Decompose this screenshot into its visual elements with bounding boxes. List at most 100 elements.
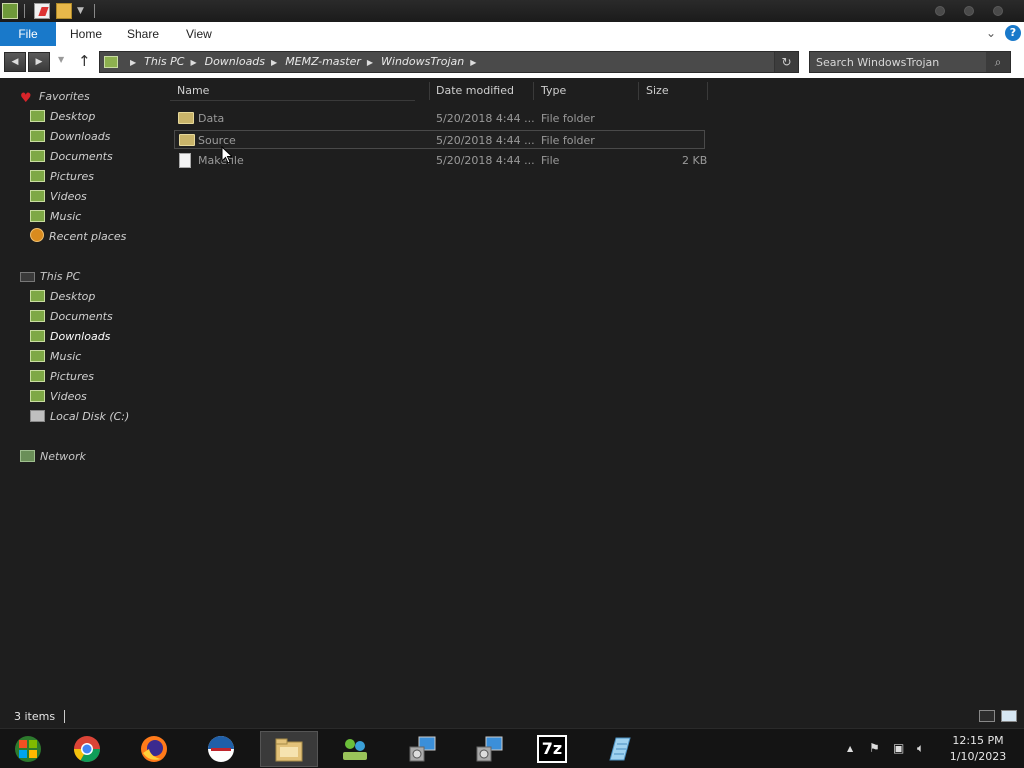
- tab-file[interactable]: File: [0, 22, 56, 46]
- music-folder-icon: [30, 350, 45, 362]
- chevron-right-icon[interactable]: ▶: [190, 53, 196, 73]
- videos-folder-icon: [30, 190, 45, 202]
- file-row-makefile[interactable]: Makefile 5/20/2018 4:44 ... File 2 KB: [174, 151, 708, 170]
- new-folder-icon[interactable]: [56, 3, 72, 19]
- column-divider[interactable]: [533, 82, 534, 100]
- minimize-button[interactable]: [935, 6, 945, 16]
- file-type: File folder: [541, 134, 595, 147]
- downloads-folder-icon: [30, 330, 45, 342]
- nav-label: Pictures: [50, 170, 95, 183]
- column-header-date-modified[interactable]: Date modified: [436, 82, 514, 100]
- chevron-right-icon[interactable]: ▶: [271, 53, 277, 73]
- nav-this-pc-documents[interactable]: Documents: [30, 308, 113, 326]
- column-header-size[interactable]: Size: [646, 82, 669, 100]
- maximize-button[interactable]: [964, 6, 974, 16]
- nav-favorites[interactable]: ♥ Favorites: [20, 88, 90, 106]
- nav-this-pc-local-disk[interactable]: Local Disk (C:): [30, 408, 129, 426]
- column-header-name[interactable]: Name: [177, 82, 209, 100]
- music-folder-icon: [30, 210, 45, 222]
- column-divider[interactable]: [429, 82, 430, 100]
- network-status-icon[interactable]: ▣: [893, 741, 904, 755]
- nav-this-pc-music[interactable]: Music: [30, 348, 81, 366]
- nav-this-pc-desktop[interactable]: Desktop: [30, 288, 95, 306]
- taskbar-chrome[interactable]: [59, 731, 117, 767]
- search-input[interactable]: [816, 54, 984, 70]
- 7zip-icon: 7z: [537, 735, 567, 763]
- nav-this-pc[interactable]: This PC: [20, 268, 80, 286]
- expand-ribbon-icon[interactable]: ⌄: [986, 26, 996, 40]
- back-button[interactable]: ◀: [4, 52, 26, 72]
- nav-this-pc-downloads[interactable]: Downloads: [3, 328, 149, 346]
- documents-folder-icon: [30, 150, 45, 162]
- breadcrumb-this-pc[interactable]: This PC: [144, 55, 184, 68]
- file-size: 2 KB: [682, 154, 708, 167]
- nav-network[interactable]: Network: [20, 448, 86, 466]
- address-bar[interactable]: ▶ This PC ▶ Downloads ▶ MEMZ-master ▶ WindowsTr…: [99, 51, 799, 73]
- refresh-button[interactable]: ↻: [774, 52, 798, 72]
- taskbar-opera[interactable]: [193, 731, 251, 767]
- explorer-icon[interactable]: [2, 3, 18, 19]
- large-icons-view-icon[interactable]: [1001, 710, 1017, 722]
- taskbar-file-explorer[interactable]: [260, 731, 318, 767]
- mouse-cursor-icon: [221, 146, 233, 164]
- column-divider[interactable]: [638, 82, 639, 100]
- recent-locations-icon[interactable]: ▼: [58, 55, 64, 64]
- close-button[interactable]: [993, 6, 1003, 16]
- taskbar-firefox[interactable]: [126, 731, 184, 767]
- chevron-right-icon[interactable]: ▶: [470, 53, 476, 73]
- properties-icon[interactable]: [34, 3, 50, 19]
- up-arrow-icon[interactable]: ↑: [78, 52, 91, 70]
- details-view-icon[interactable]: [979, 710, 995, 722]
- tab-share[interactable]: Share: [127, 22, 159, 46]
- breadcrumb: ▶ This PC ▶ Downloads ▶ MEMZ-master ▶ WindowsTr…: [124, 52, 484, 72]
- chevron-right-icon[interactable]: ▶: [367, 53, 373, 73]
- ribbon-tabs: File Home Share View ⌄ ?: [0, 22, 1024, 46]
- nav-favorites-documents[interactable]: Documents: [30, 148, 113, 166]
- clock[interactable]: 12:15 PM 1/10/2023: [940, 733, 1016, 765]
- taskbar-notepad[interactable]: [591, 731, 649, 767]
- search-box[interactable]: ⌕: [809, 51, 1011, 73]
- start-button[interactable]: [0, 731, 58, 767]
- breadcrumb-windowstrojan[interactable]: WindowsTrojan: [381, 55, 464, 68]
- file-row-data[interactable]: Data 5/20/2018 4:44 ... File folder: [174, 109, 705, 128]
- nav-favorites-desktop[interactable]: Desktop: [30, 108, 95, 126]
- drive-icon: [30, 410, 45, 422]
- network-icon: [20, 450, 35, 462]
- search-icon[interactable]: ⌕: [986, 52, 1010, 72]
- nav-favorites-music[interactable]: Music: [30, 208, 81, 226]
- nav-label: Desktop: [50, 110, 96, 123]
- file-type: File: [541, 154, 560, 167]
- customize-quick-access-icon[interactable]: ▼: [77, 6, 84, 16]
- file-date: 5/20/2018 4:44 ...: [436, 112, 535, 125]
- nav-label: Desktop: [50, 290, 96, 303]
- action-center-flag-icon[interactable]: ⚑: [869, 741, 880, 755]
- chevron-right-icon[interactable]: ▶: [130, 53, 136, 73]
- breadcrumb-memz-master[interactable]: MEMZ-master: [285, 55, 361, 68]
- breadcrumb-downloads[interactable]: Downloads: [205, 55, 265, 68]
- file-date: 5/20/2018 4:44 ...: [436, 134, 535, 147]
- volume-icon[interactable]: 🔈︎: [917, 741, 924, 756]
- header-underline: [170, 100, 415, 101]
- taskbar-installer-2[interactable]: [461, 731, 519, 767]
- tab-home[interactable]: Home: [70, 22, 102, 46]
- taskbar-network-app[interactable]: [327, 731, 385, 767]
- tab-view[interactable]: View: [186, 22, 212, 46]
- taskbar-7zip[interactable]: 7z: [524, 731, 582, 767]
- forward-button[interactable]: ▶: [28, 52, 50, 72]
- column-divider[interactable]: [707, 82, 708, 100]
- file-row-source[interactable]: Source 5/20/2018 4:44 ... File folder: [174, 130, 705, 149]
- nav-favorites-recent-places[interactable]: Recent places: [30, 228, 126, 246]
- show-hidden-icons-icon[interactable]: ▲: [847, 744, 853, 753]
- nav-favorites-pictures[interactable]: Pictures: [30, 168, 94, 186]
- help-icon[interactable]: ?: [1005, 25, 1021, 41]
- status-bar: 3 items: [0, 706, 1024, 728]
- nav-favorites-videos[interactable]: Videos: [30, 188, 87, 206]
- chrome-icon: [73, 736, 101, 763]
- desktop-icon: [30, 290, 45, 302]
- nav-favorites-downloads[interactable]: Downloads: [30, 128, 110, 146]
- item-count: 3 items: [14, 710, 56, 723]
- column-header-type[interactable]: Type: [541, 82, 566, 100]
- nav-this-pc-videos[interactable]: Videos: [30, 388, 87, 406]
- nav-this-pc-pictures[interactable]: Pictures: [30, 368, 94, 386]
- taskbar-installer-1[interactable]: [394, 731, 452, 767]
